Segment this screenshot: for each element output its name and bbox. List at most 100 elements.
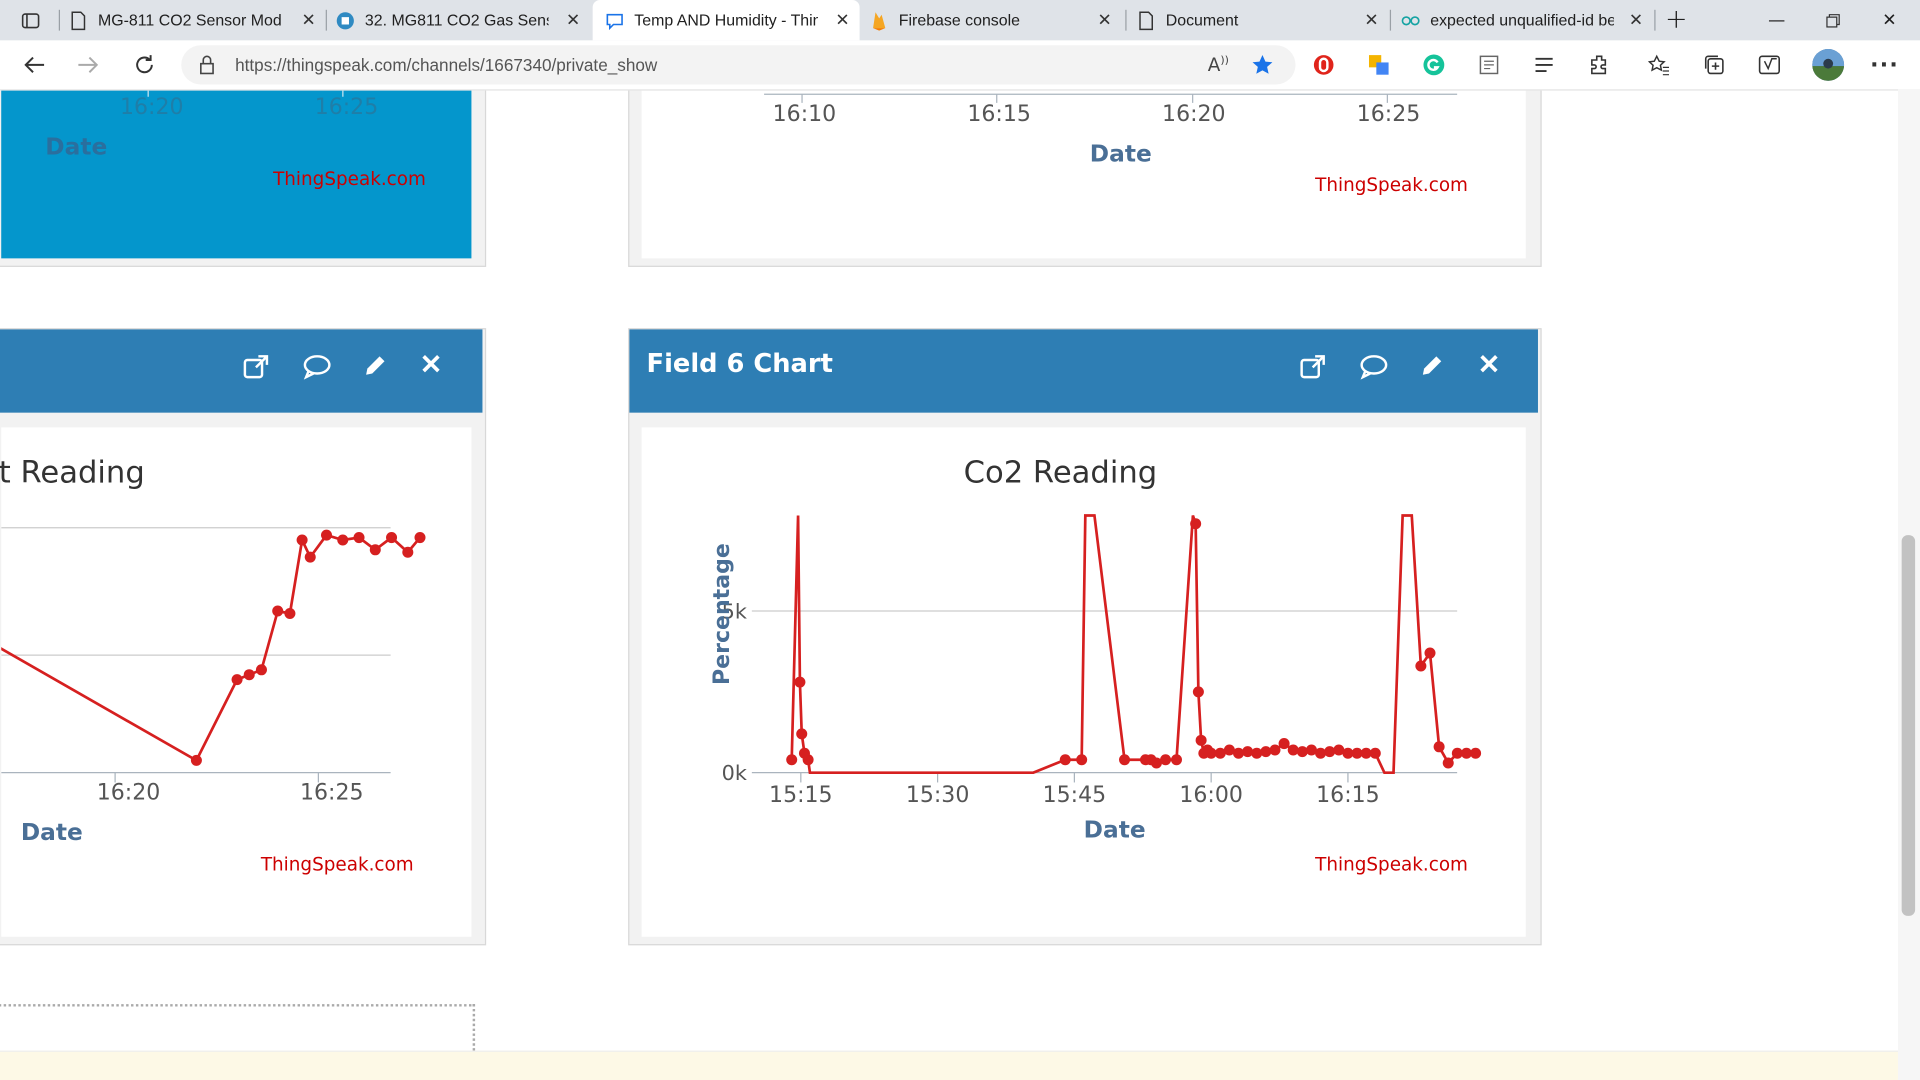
data-point[interactable] [786, 754, 798, 766]
math-solver-icon[interactable] [1756, 51, 1783, 78]
scrollbar-thumb[interactable] [1901, 535, 1916, 916]
data-point[interactable] [386, 532, 398, 544]
x-tick-label: 16:00 [1179, 783, 1243, 808]
comment-icon[interactable] [1359, 354, 1388, 383]
grammarly-icon[interactable] [1420, 51, 1447, 78]
forward-arrow-icon[interactable] [71, 48, 105, 82]
browser-tab-6[interactable]: expected unqualified-id bef ✕ [1401, 0, 1653, 40]
adblock-icon[interactable] [1310, 51, 1337, 78]
favorites-icon[interactable] [1646, 51, 1673, 78]
data-point[interactable] [1442, 757, 1454, 769]
edit-pencil-icon[interactable] [362, 354, 391, 383]
data-point[interactable] [243, 669, 255, 681]
lock-icon [198, 55, 215, 79]
data-point[interactable] [369, 544, 381, 556]
top-left-chart-tile: 16:20 16:25 Date ThingSpeak.com [1, 90, 472, 259]
data-point[interactable] [796, 728, 808, 740]
data-point[interactable] [1424, 647, 1436, 659]
data-point[interactable] [1076, 754, 1088, 766]
data-point[interactable] [304, 551, 316, 563]
axis-label-date: Date [1083, 816, 1146, 844]
close-icon[interactable]: ✕ [1364, 10, 1378, 31]
data-point[interactable] [255, 664, 267, 676]
close-icon[interactable]: ✕ [835, 10, 849, 31]
data-point[interactable] [1415, 660, 1427, 672]
data-point[interactable] [1192, 686, 1204, 698]
back-arrow-icon[interactable] [17, 48, 51, 82]
window-close-icon[interactable]: ✕ [1861, 0, 1917, 40]
reader-icon[interactable] [1476, 51, 1503, 78]
thingspeak-credit[interactable]: ThingSpeak.com [261, 853, 414, 875]
browser-tab-4[interactable]: Firebase console ✕ [869, 0, 1121, 40]
close-icon[interactable]: ✕ [302, 10, 316, 31]
refresh-icon[interactable] [127, 48, 161, 82]
address-field[interactable]: https://thingspeak.com/channels/1667340/… [181, 45, 1296, 85]
data-point[interactable] [1190, 518, 1202, 530]
comment-icon[interactable] [302, 354, 331, 383]
more-menu-icon[interactable]: ··· [1870, 51, 1898, 78]
data-point[interactable] [1369, 747, 1381, 759]
data-point[interactable] [1170, 754, 1183, 766]
data-point[interactable] [1059, 754, 1071, 766]
chart-title: Co2 Reading [963, 454, 1158, 490]
thingspeak-credit[interactable]: ThingSpeak.com [273, 168, 426, 190]
browser-tab-2[interactable]: 32. MG811 CO2 Gas Sensor ✕ [336, 0, 591, 40]
data-point[interactable] [231, 674, 243, 686]
reading-list-icon[interactable] [1531, 51, 1558, 78]
data-point[interactable] [402, 546, 414, 558]
data-point[interactable] [802, 754, 814, 766]
close-icon[interactable]: ✕ [1097, 10, 1111, 31]
close-icon[interactable] [1479, 354, 1508, 383]
thingspeak-credit[interactable]: ThingSpeak.com [1315, 853, 1468, 875]
data-point[interactable] [353, 532, 365, 544]
left-panel-header [0, 329, 483, 413]
data-point[interactable] [272, 605, 284, 617]
field6-chart-panel: Field 6 Chart Co2 Reading Percentage 5k 0… [628, 328, 1542, 946]
tick-label: 16:25 [314, 94, 379, 121]
tick-label: 16:15 [967, 101, 1031, 128]
favorite-star-icon[interactable] [1249, 51, 1276, 78]
minimize-icon[interactable]: — [1749, 0, 1805, 40]
x-tick-label: 15:15 [769, 783, 833, 808]
restore-icon[interactable] [1805, 0, 1861, 40]
data-point[interactable] [1160, 754, 1172, 766]
data-point[interactable] [1269, 744, 1281, 756]
data-point[interactable] [1195, 734, 1207, 746]
new-tab-icon[interactable]: + [1648, 0, 1704, 40]
tick-label: 16:20 [120, 94, 184, 121]
data-point[interactable] [320, 529, 333, 541]
axis-label-date: Date [1089, 140, 1152, 168]
open-external-icon[interactable] [1299, 354, 1328, 383]
arduino-icon [1401, 10, 1421, 30]
data-point[interactable] [1278, 738, 1290, 750]
close-icon[interactable]: ✕ [566, 10, 580, 31]
collections-icon[interactable] [1701, 51, 1728, 78]
data-point[interactable] [1433, 741, 1445, 753]
data-point[interactable] [794, 676, 806, 688]
close-icon[interactable]: ✕ [1629, 10, 1643, 31]
read-aloud-icon[interactable]: A)) [1205, 51, 1232, 78]
x-tick-label: 15:30 [906, 783, 970, 808]
data-point[interactable] [1119, 754, 1131, 766]
data-point[interactable] [1470, 747, 1482, 759]
browser-tab-3-active[interactable]: Temp AND Humidity - Thin ✕ [592, 0, 860, 41]
url-text: https://thingspeak.com/channels/1667340/… [235, 55, 658, 75]
browser-tab-5[interactable]: Document ✕ [1136, 0, 1388, 40]
extensions-icon[interactable] [1586, 51, 1613, 78]
data-point[interactable] [190, 754, 202, 766]
browser-tab-1[interactable]: MG-811 CO2 Sensor Modul ✕ [69, 0, 326, 40]
document-icon [1136, 10, 1156, 30]
data-point[interactable] [284, 607, 296, 619]
translate-icon[interactable] [1365, 51, 1392, 78]
edit-pencil-icon[interactable] [1419, 354, 1448, 383]
data-point[interactable] [414, 532, 426, 544]
close-icon[interactable] [421, 354, 450, 383]
tick-label: 16:20 [96, 780, 161, 806]
avatar[interactable] [1812, 48, 1845, 81]
tab-actions-icon[interactable] [2, 0, 58, 40]
thingspeak-credit[interactable]: ThingSpeak.com [1315, 174, 1468, 196]
data-point[interactable] [337, 534, 349, 546]
data-point[interactable] [296, 534, 308, 546]
open-external-icon[interactable] [242, 354, 271, 383]
field6-chart-body: Co2 Reading Percentage 5k 0k 15:15 15:30 15:… [641, 427, 1526, 937]
